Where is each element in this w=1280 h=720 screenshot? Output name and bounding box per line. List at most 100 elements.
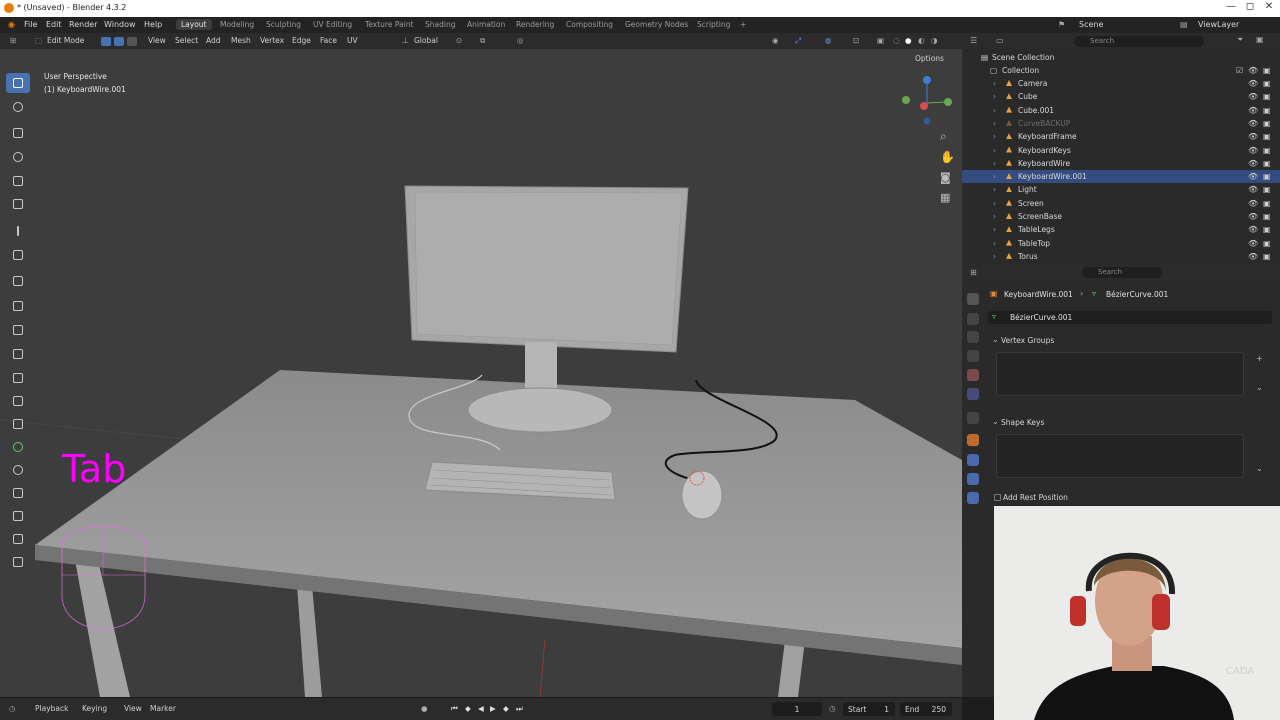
tab-rendering[interactable]: Rendering (516, 20, 554, 29)
visibility-eye-icon[interactable]: 👁 (1248, 252, 1258, 261)
physics-tab-icon[interactable] (967, 492, 979, 504)
outliner-item[interactable]: › Cube 👁 ▣ (962, 90, 1280, 103)
menu-face[interactable]: Face (320, 36, 337, 45)
view-layer-tab-icon[interactable] (967, 350, 979, 362)
visibility-eye-icon[interactable]: 👁 (1248, 225, 1258, 234)
solid-shading-icon[interactable]: ● (905, 36, 912, 45)
transform-tool[interactable] (6, 194, 30, 214)
add-cube-tool[interactable] (6, 271, 30, 291)
edge-slide-tool[interactable] (6, 483, 30, 503)
visibility-eye-icon[interactable]: 👁 (1248, 199, 1258, 208)
tab-shading[interactable]: Shading (425, 20, 455, 29)
jump-end-icon[interactable]: ⏭ (516, 704, 523, 714)
expand-chevron-icon[interactable]: › (993, 106, 996, 115)
menu-edit[interactable]: Edit (46, 20, 62, 29)
bevel-tool[interactable] (6, 344, 30, 364)
spin-tool[interactable] (6, 437, 30, 457)
smooth-tool[interactable] (6, 460, 30, 480)
menu-window[interactable]: Window (104, 20, 136, 29)
auto-key-icon[interactable]: ● (421, 704, 428, 713)
render-camera-icon[interactable]: ▣ (1263, 92, 1271, 101)
visibility-eye-icon[interactable]: 👁 (1248, 132, 1258, 141)
outliner-item[interactable]: › KeyboardKeys 👁 ▣ (962, 144, 1280, 157)
filter-icon[interactable]: ⏷ (1237, 35, 1243, 45)
mode-selector[interactable]: Edit Mode (47, 36, 84, 45)
properties-editor-icon[interactable]: ⊞ (970, 268, 977, 277)
render-camera-icon[interactable]: ▣ (1263, 146, 1271, 155)
vertex-group-menu-icon[interactable]: ⌄ (1256, 383, 1263, 392)
jump-start-icon[interactable]: ⏮ (451, 704, 458, 714)
tab-sculpting[interactable]: Sculpting (266, 20, 301, 29)
expand-chevron-icon[interactable]: › (993, 132, 996, 141)
outliner-search-input[interactable]: Search (1074, 36, 1204, 47)
visibility-eye-icon[interactable]: 👁 (1248, 172, 1258, 181)
tab-layout[interactable]: Layout (176, 19, 212, 30)
outliner-item[interactable]: › TableTop 👁 ▣ (962, 237, 1280, 250)
tab-animation[interactable]: Animation (467, 20, 505, 29)
visibility-eye-icon[interactable]: 👁 (1248, 159, 1258, 168)
close-button[interactable]: ✕ (1262, 1, 1276, 12)
render-camera-icon[interactable]: ▣ (1263, 239, 1271, 248)
start-frame-field[interactable]: Start 1 (843, 702, 895, 716)
annotate-tool[interactable] (6, 221, 30, 241)
select-box-tool[interactable] (6, 73, 30, 93)
perspective-toggle-icon[interactable]: ▦ (940, 191, 950, 204)
visibility-eye-icon[interactable]: 👁 (1248, 92, 1258, 101)
render-camera-icon[interactable]: ▣ (1263, 185, 1271, 194)
jump-keyframe-forward-icon[interactable]: ◆ (503, 704, 509, 713)
minimize-button[interactable]: — (1224, 1, 1238, 12)
vertex-select-icon[interactable] (101, 37, 111, 46)
preview-range-icon[interactable]: ◷ (829, 704, 836, 713)
jump-keyframe-back-icon[interactable]: ◆ (465, 704, 471, 713)
render-camera-icon[interactable]: ▣ (1263, 172, 1271, 181)
viewlayer-selector[interactable]: ViewLayer (1198, 20, 1239, 29)
shape-keys-chevron-icon[interactable]: ⌄ (992, 417, 999, 426)
vertex-groups-panel-title[interactable]: Vertex Groups (1001, 336, 1054, 345)
visibility-eye-icon[interactable]: 👁 (1248, 239, 1258, 248)
rotate-tool[interactable] (6, 147, 30, 167)
render-camera-icon[interactable]: ▣ (1263, 212, 1271, 221)
expand-chevron-icon[interactable]: › (993, 185, 996, 194)
play-reverse-icon[interactable]: ◀ (478, 704, 484, 713)
zoom-icon[interactable]: ⌕ (940, 129, 947, 144)
new-collection-icon[interactable]: ▣ (1256, 35, 1264, 44)
outliner-scene-collection[interactable]: ▤ Scene Collection (962, 51, 1280, 64)
mesh-edit-overlay-icon[interactable]: ⊡ (853, 36, 859, 45)
tab-compositing[interactable]: Compositing (566, 20, 613, 29)
expand-chevron-icon[interactable]: › (993, 172, 996, 181)
add-workspace-button[interactable]: + (740, 20, 746, 29)
menu-select[interactable]: Select (175, 36, 198, 45)
scale-tool[interactable] (6, 171, 30, 191)
blender-menu-icon[interactable]: ◉ (8, 20, 15, 29)
loop-cut-tool[interactable] (6, 368, 30, 388)
tool-tab-icon[interactable] (967, 293, 979, 305)
menu-view[interactable]: View (148, 36, 166, 45)
render-camera-icon[interactable]: ▣ (1263, 66, 1271, 75)
orientation-selector[interactable]: Global (414, 36, 438, 45)
tab-uv-editing[interactable]: UV Editing (313, 20, 352, 29)
snap-icon[interactable]: ⧉ (480, 36, 485, 46)
render-camera-icon[interactable]: ▣ (1263, 159, 1271, 168)
scene-tab-icon[interactable] (967, 369, 979, 381)
knife-tool[interactable] (6, 391, 30, 411)
vertex-groups-chevron-icon[interactable]: ⌄ (992, 335, 999, 344)
outliner-item[interactable]: › CurveBACKUP 👁 ▣ (962, 117, 1280, 130)
expand-chevron-icon[interactable]: › (993, 159, 996, 168)
collection-checkbox[interactable]: ☑ (1236, 66, 1243, 75)
visibility-eye-icon[interactable]: 👁 (1248, 66, 1258, 75)
shear-tool[interactable] (6, 529, 30, 549)
render-tab-icon[interactable] (967, 313, 979, 325)
render-camera-icon[interactable]: ▣ (1263, 79, 1271, 88)
menu-uv[interactable]: UV (347, 36, 358, 45)
expand-chevron-icon[interactable]: › (993, 146, 996, 155)
extrude-tool[interactable] (6, 296, 30, 316)
rendered-shading-icon[interactable]: ◑ (931, 36, 938, 45)
outliner-item[interactable]: › TableLegs 👁 ▣ (962, 223, 1280, 236)
menu-keying[interactable]: Keying (82, 704, 107, 713)
expand-chevron-icon[interactable]: › (993, 79, 996, 88)
pivot-icon[interactable]: ⊙ (456, 36, 462, 45)
material-shading-icon[interactable]: ◐ (918, 36, 925, 45)
add-rest-position-checkbox[interactable] (994, 494, 1001, 501)
tab-geometry-nodes[interactable]: Geometry Nodes (625, 20, 688, 29)
outliner-item[interactable]: › Light 👁 ▣ (962, 183, 1280, 196)
